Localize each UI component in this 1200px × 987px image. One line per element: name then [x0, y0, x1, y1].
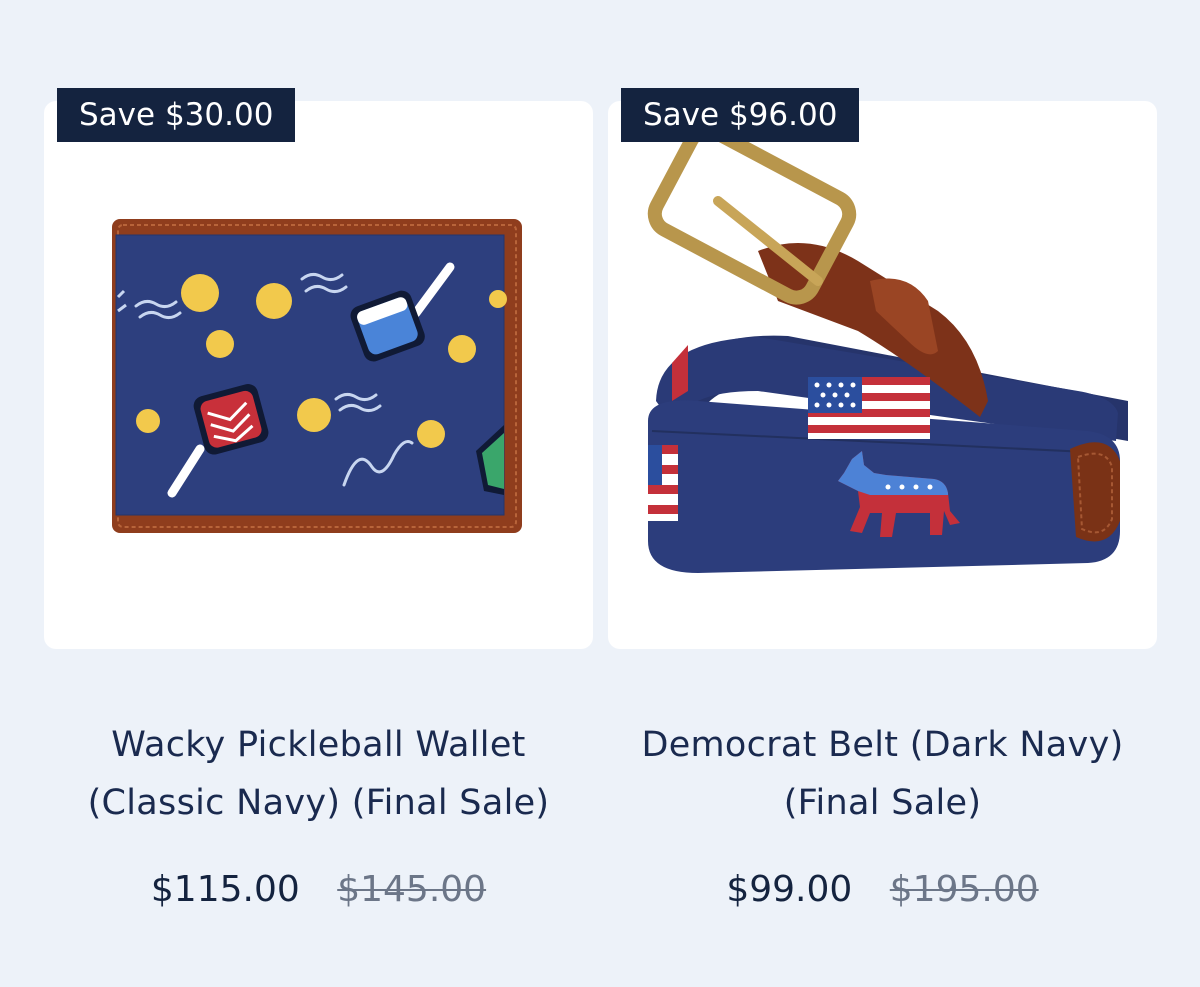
product-image[interactable] [44, 101, 593, 649]
sale-price: $99.00 [726, 869, 853, 910]
democrat-belt-icon [647, 123, 1128, 573]
compare-at-price: $145.00 [337, 869, 487, 910]
sale-badge: Save $96.00 [621, 88, 860, 142]
sale-price: $115.00 [150, 869, 300, 910]
price-row: $115.00 $145.00 [44, 860, 593, 920]
product-title[interactable]: Wacky Pickleball Wallet (Classic Navy) (… [44, 716, 593, 832]
sale-badge: Save $30.00 [57, 88, 296, 142]
pickleball-wallet-icon [112, 219, 522, 533]
product-grid: Save $30.00 Wacky Pickleball Wallet (Cla… [44, 88, 1157, 968]
compare-at-price: $195.00 [889, 869, 1039, 910]
price-row: $99.00 $195.00 [608, 860, 1157, 920]
product-title[interactable]: Democrat Belt (Dark Navy) (Final Sale) [608, 716, 1157, 832]
product-image[interactable] [608, 101, 1157, 649]
